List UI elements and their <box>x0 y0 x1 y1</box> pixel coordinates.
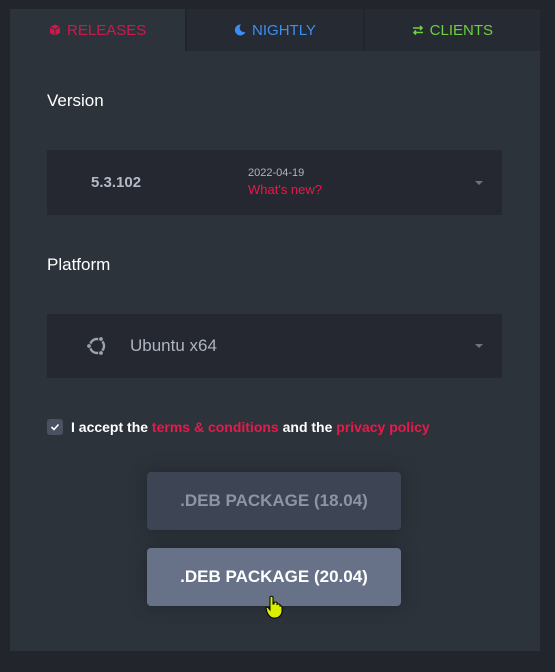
chevron-down-icon <box>475 180 483 185</box>
tab-label: RELEASES <box>67 21 147 39</box>
accept-terms-row: I accept the terms & conditions and the … <box>47 419 430 435</box>
release-date: 2022-04-19 <box>248 167 305 179</box>
ubuntu-icon <box>86 336 106 356</box>
version-value: 5.3.102 <box>91 174 142 191</box>
chevron-down-icon <box>475 344 483 348</box>
tab-bar: RELEASES NIGHTLY CLIENTS <box>10 9 540 51</box>
privacy-link[interactable]: privacy policy <box>336 419 429 435</box>
terms-link[interactable]: terms & conditions <box>152 419 279 435</box>
platform-label: Platform <box>47 255 111 274</box>
tab-label: NIGHTLY <box>252 21 316 39</box>
accept-checkbox[interactable] <box>47 419 63 435</box>
tab-nightly[interactable]: NIGHTLY <box>185 9 363 51</box>
checkmark-icon <box>50 423 60 431</box>
tab-clients[interactable]: CLIENTS <box>362 9 540 51</box>
version-label: Version <box>47 91 104 110</box>
download-panel: RELEASES NIGHTLY CLIENTS Version 5.3.102… <box>10 9 540 651</box>
hand-cursor-icon <box>265 595 283 619</box>
accept-prefix: I accept the <box>71 419 149 435</box>
version-select[interactable]: 5.3.102 2022-04-19 What's new? <box>47 150 502 215</box>
accept-text: I accept the terms & conditions and the … <box>71 419 430 435</box>
deb-18-04-button[interactable]: .DEB PACKAGE (18.04) <box>147 472 401 530</box>
tab-label: CLIENTS <box>429 21 493 39</box>
cube-icon <box>49 24 61 36</box>
arrows-exchange-icon <box>412 25 423 36</box>
whats-new-link[interactable]: What's new? <box>248 182 322 197</box>
moon-icon <box>234 24 246 36</box>
platform-select[interactable]: Ubuntu x64 <box>47 314 502 378</box>
tab-releases[interactable]: RELEASES <box>10 9 186 51</box>
platform-value: Ubuntu x64 <box>130 336 217 355</box>
accept-middle: and the <box>282 419 333 435</box>
